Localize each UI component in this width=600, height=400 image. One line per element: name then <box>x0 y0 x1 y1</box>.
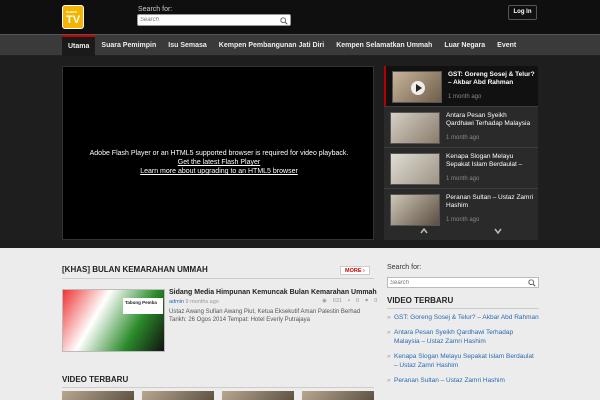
sidebar-video-link[interactable]: Antara Pesan Syeikh Qardhawi Terhadap Ma… <box>387 328 539 346</box>
header-search-box <box>137 14 291 26</box>
video-playlist: GST: Goreng Sosej & Telur? – Akbar Abd R… <box>384 66 538 240</box>
chevron-up-icon[interactable] <box>420 228 428 234</box>
playlist-item-title: Kenapa Slogan Melayu Sepakat Islam Berda… <box>446 153 523 168</box>
post-time: 9 months ago <box>185 299 219 305</box>
featured-video-stats: ◉ 631 ▪ 0 ♥ 0 <box>322 298 377 304</box>
nav-item-kempen-selamatkan-ummah[interactable]: Kempen Selamatkan Ummah <box>330 35 438 56</box>
thumbnail-banner-text: Tabung Pemba <box>123 298 163 314</box>
hero-section: Adobe Flash Player or an HTML5 supported… <box>0 56 600 248</box>
player-message: Adobe Flash Player or an HTML5 supported… <box>63 149 375 176</box>
video-thumbnail[interactable] <box>302 391 374 400</box>
divider <box>387 308 539 309</box>
views-count: 631 <box>332 298 342 304</box>
chevron-down-icon[interactable] <box>494 228 502 234</box>
divider <box>62 387 374 388</box>
nav-item-event[interactable]: Event <box>491 35 522 56</box>
playlist-item-time: 1 month ago <box>446 176 480 182</box>
site-header: suara TV Search for: Log In <box>0 0 600 34</box>
nav-item-kempen-jati-diri[interactable]: Kempen Pembangunan Jati Diri <box>213 35 330 56</box>
play-icon <box>411 81 425 95</box>
playlist-item-title: Peranan Sultan – Ustaz Zamri Hashim <box>446 194 534 209</box>
video-thumbnail <box>392 71 442 103</box>
nav-item-suara-pemimpin[interactable]: Suara Pemimpin <box>95 35 162 56</box>
playlist-item-time: 1 month ago <box>448 94 482 100</box>
playlist-item-time: 1 month ago <box>446 135 480 141</box>
sidebar-video-link[interactable]: GST: Goreng Sosej & Telur? – Akbar Abd R… <box>387 313 539 322</box>
more-button[interactable]: MORE › <box>340 266 370 275</box>
sidebar-search-input[interactable] <box>390 278 525 287</box>
player-requirement-text: Adobe Flash Player or an HTML5 supported… <box>89 150 349 157</box>
logo-bottom-text: TV <box>66 14 81 26</box>
nav-item-luar-negara[interactable]: Luar Negara <box>438 35 491 56</box>
playlist-nav <box>384 228 538 238</box>
video-thumbnail <box>390 194 440 226</box>
latest-videos-row <box>62 391 374 400</box>
latest-videos-title: VIDEO TERBARU <box>62 375 129 384</box>
featured-video-thumbnail[interactable]: Tabung Pemba <box>62 289 165 352</box>
nav-item-isu-semasa[interactable]: Isu Semasa <box>162 35 213 56</box>
featured-video-meta: admin 9 months ago <box>169 299 219 305</box>
html5-upgrade-link[interactable]: Learn more about upgrading to an HTML5 b… <box>63 167 375 176</box>
sidebar-title: VIDEO TERBARU <box>387 296 454 305</box>
sidebar-video-list: GST: Goreng Sosej & Telur? – Akbar Abd R… <box>387 313 539 391</box>
playlist-item[interactable]: Kenapa Slogan Melayu Sepakat Islam Berda… <box>384 148 538 188</box>
main-nav: Utama Suara Pemimpin Isu Semasa Kempen P… <box>0 34 600 56</box>
video-thumbnail[interactable] <box>62 391 134 400</box>
login-button[interactable]: Log In <box>508 5 537 20</box>
sidebar-video-link[interactable]: Kenapa Slogan Melayu Sepakat Islam Berda… <box>387 352 539 370</box>
author-link[interactable]: admin <box>169 299 184 305</box>
sidebar-search-box <box>387 277 539 288</box>
video-thumbnail <box>390 153 440 185</box>
search-icon[interactable] <box>280 17 288 25</box>
featured-video-title[interactable]: Sidang Media Himpunan Kemuncak Bulan Kem… <box>169 289 377 296</box>
playlist-item[interactable]: Antara Pesan Syeikh Qardhawi Terhadap Ma… <box>384 107 538 147</box>
comments-count: 0 <box>355 298 360 304</box>
featured-video-description: Ustaz Awang Sufian Awang Piut, Ketua Eks… <box>169 309 361 323</box>
sidebar-search-label: Search for: <box>387 264 422 271</box>
header-search-label: Search for: <box>138 6 173 13</box>
section-title: [KHAS] BULAN KEMARAHAN UMMAH <box>62 265 208 274</box>
video-thumbnail[interactable] <box>222 391 294 400</box>
views-icon: ◉ <box>322 298 327 304</box>
site-logo[interactable]: suara TV <box>62 5 84 29</box>
header-search-input[interactable] <box>140 15 278 25</box>
video-player[interactable]: Adobe Flash Player or an HTML5 supported… <box>62 66 374 240</box>
comments-icon: ▪ <box>348 298 350 304</box>
video-thumbnail <box>390 112 440 144</box>
nav-item-utama[interactable]: Utama <box>62 35 96 56</box>
playlist-item-time: 1 month ago <box>446 217 480 223</box>
sidebar: Search for: VIDEO TERBARU GST: Goreng So… <box>387 264 539 385</box>
likes-icon: ♥ <box>365 298 369 304</box>
sidebar-video-link[interactable]: Peranan Sultan – Ustaz Zamri Hashim <box>387 376 539 385</box>
playlist-item[interactable]: Peranan Sultan – Ustaz Zamri Hashim 1 mo… <box>384 189 538 229</box>
playlist-item-title: Antara Pesan Syeikh Qardhawi Terhadap Ma… <box>446 112 531 127</box>
likes-count: 0 <box>374 298 378 304</box>
flash-player-link[interactable]: Get the latest Flash Player <box>63 158 375 167</box>
playlist-item[interactable]: GST: Goreng Sosej & Telur? – Akbar Abd R… <box>384 66 538 106</box>
search-icon[interactable] <box>528 279 536 287</box>
playlist-item-title: GST: Goreng Sosej & Telur? – Akbar Abd R… <box>448 71 535 86</box>
video-thumbnail[interactable] <box>142 391 214 400</box>
main-content: [KHAS] BULAN KEMARAHAN UMMAH MORE › Tabu… <box>62 264 377 400</box>
divider <box>62 278 374 279</box>
